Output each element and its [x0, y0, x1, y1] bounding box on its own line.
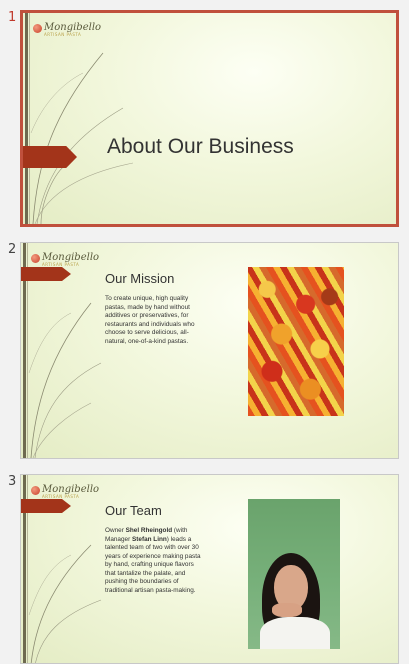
title-arrow-shape: [23, 146, 77, 168]
body-text: Owner: [105, 527, 126, 534]
slide-1-canvas: Mongibello ARTISAN PASTA About Our Busin…: [23, 13, 396, 224]
slide-thumbnail-1[interactable]: Mongibello ARTISAN PASTA About Our Busin…: [20, 10, 399, 227]
tomato-icon: [31, 486, 40, 495]
slide-3-body: Owner Shel Rheingold (with Manager Stefa…: [105, 527, 205, 595]
slide-number-1: 1: [8, 10, 17, 25]
slide-3-title: Our Team: [105, 503, 162, 518]
slide-3-canvas: Mongibello ARTISAN PASTA Our Team Owner …: [21, 475, 398, 663]
grass-swirl-decoration: [30, 52, 134, 224]
manager-name: Stefan Linn: [132, 535, 167, 543]
tomato-icon: [33, 24, 42, 33]
slide-2-canvas: Mongibello ARTISAN PASTA Our Mission To …: [21, 243, 398, 458]
slide-1-title: About Our Business: [107, 135, 294, 158]
title-arrow-shape: [21, 499, 71, 513]
logo-tagline: ARTISAN PASTA: [44, 32, 82, 37]
slide-2-title: Our Mission: [105, 271, 175, 286]
slide-thumbnail-2[interactable]: Mongibello ARTISAN PASTA Our Mission To …: [20, 242, 399, 459]
person-photo: [248, 499, 340, 649]
title-arrow-shape: [21, 267, 71, 281]
slide-number-3: 3: [8, 474, 17, 489]
slide-2-body: To create unique, high quality pastas, m…: [105, 295, 195, 345]
tomato-icon: [31, 254, 40, 263]
mongibello-logo: Mongibello ARTISAN PASTA: [31, 485, 99, 499]
pasta-photo: [248, 267, 344, 416]
slide-number-2: 2: [8, 242, 17, 257]
slide-thumbnail-3[interactable]: Mongibello ARTISAN PASTA Our Team Owner …: [20, 474, 399, 664]
mongibello-logo: Mongibello ARTISAN PASTA: [33, 23, 101, 37]
logo-tagline: ARTISAN PASTA: [42, 494, 80, 499]
logo-tagline: ARTISAN PASTA: [42, 262, 80, 267]
mongibello-logo: Mongibello ARTISAN PASTA: [31, 253, 99, 267]
body-text: ) leads a talented team of two with over…: [105, 535, 201, 594]
owner-name: Shel Rheingold: [125, 527, 173, 534]
